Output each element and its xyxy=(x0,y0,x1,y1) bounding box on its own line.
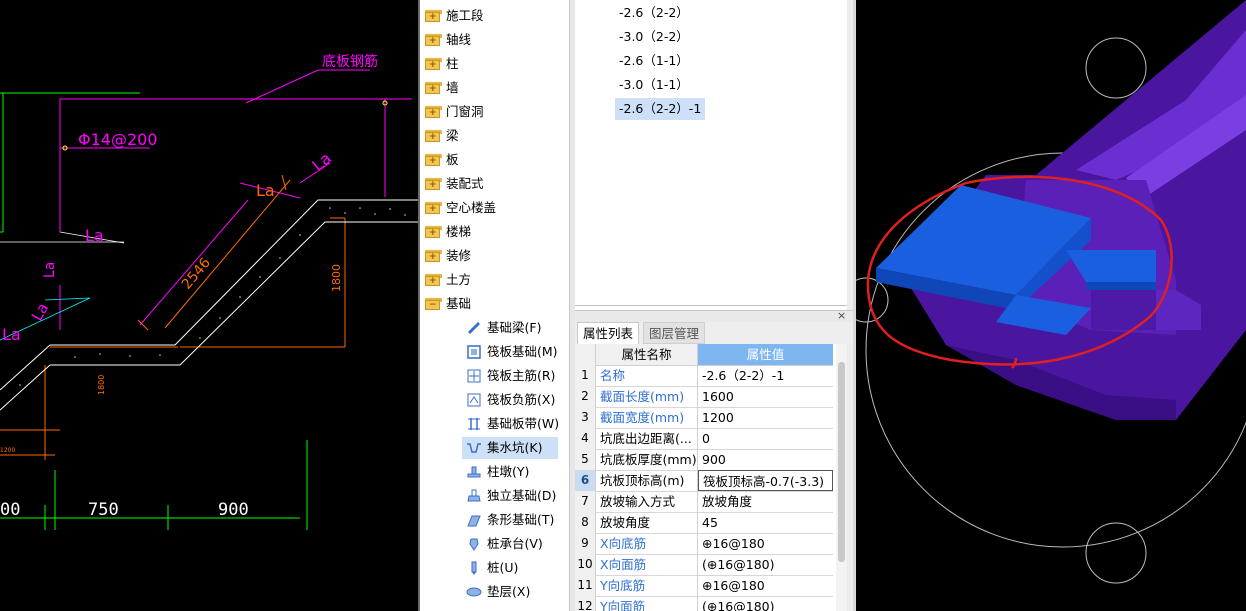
property-scrollbar[interactable] xyxy=(836,344,847,611)
la-label: La xyxy=(256,181,275,200)
scrollbar-thumb[interactable] xyxy=(838,362,845,562)
property-row[interactable]: 2 截面长度(mm) 1600 xyxy=(575,386,833,408)
bottom-dim-0: 00 xyxy=(0,500,20,520)
property-name: 坑板顶标高(m) xyxy=(596,470,698,491)
neg-rebar-icon xyxy=(467,393,481,407)
component-item[interactable]: -3.0（2-2） xyxy=(615,26,693,48)
pile-icon xyxy=(471,561,477,575)
cushion-icon xyxy=(466,587,482,597)
property-row[interactable]: 10 X向面筋 (⊕16@180) xyxy=(575,554,833,576)
la-label: La xyxy=(42,262,58,278)
tab-layer-management[interactable]: 图层管理 xyxy=(643,322,706,344)
property-row[interactable]: 5 坑底板厚度(mm) 900 xyxy=(575,449,833,471)
sump-icon xyxy=(467,443,481,453)
property-name: X向面筋 xyxy=(596,554,698,575)
property-name: 坑底出边距离(... xyxy=(596,428,698,449)
small-dimension-label: 1200 xyxy=(0,447,15,454)
property-row[interactable]: 8 放坡角度 45 xyxy=(575,512,833,534)
la-label: La xyxy=(2,325,21,344)
orbit-handle-bottom[interactable] xyxy=(1085,522,1147,584)
property-value[interactable]: 0 xyxy=(698,428,833,449)
close-icon[interactable]: × xyxy=(837,310,846,322)
component-list: -2.6（2-2） -3.0（2-2） -2.6（1-1） -3.0（1-1） … xyxy=(575,0,847,306)
strip-icon xyxy=(468,418,480,430)
property-name: Y向面筋 xyxy=(596,596,698,611)
property-row[interactable]: 11 Y向底筋 ⊕16@180 xyxy=(575,575,833,597)
property-name: X向底筋 xyxy=(596,533,698,554)
property-name: Y向底筋 xyxy=(596,575,698,596)
property-name: 坑底板厚度(mm) xyxy=(596,449,698,470)
component-item[interactable]: -3.0（1-1） xyxy=(615,74,693,96)
property-row[interactable]: 9 X向底筋 ⊕16@180 xyxy=(575,533,833,555)
property-name: 截面宽度(mm) xyxy=(596,407,698,428)
raft-icon xyxy=(467,345,481,359)
property-value[interactable]: 1600 xyxy=(698,386,833,407)
property-tabs: 属性列表 图层管理 xyxy=(575,322,853,344)
strip-footing-icon xyxy=(467,515,481,527)
component-panel: -2.6（2-2） -3.0（2-2） -2.6（1-1） -3.0（1-1） … xyxy=(575,0,853,611)
small-height-label: 1800 xyxy=(97,375,106,395)
folder-icon: + xyxy=(425,154,442,166)
property-value[interactable]: -2.6（2-2）-1 xyxy=(698,365,833,386)
folder-icon: + xyxy=(425,226,442,238)
folder-open-icon: − xyxy=(425,298,442,310)
tree-item-sump-pit[interactable]: 集水坑(K) xyxy=(462,437,558,459)
property-value-editor[interactable]: 筏板顶标高-0.7(-3.3) xyxy=(698,470,833,491)
pile-cap-icon xyxy=(469,538,479,551)
column-pier-icon xyxy=(467,466,481,478)
component-item[interactable]: -2.6（1-1） xyxy=(615,50,693,72)
tab-property-list[interactable]: 属性列表 xyxy=(577,322,640,344)
main-rebar-icon xyxy=(467,369,481,383)
rebar-spec-label: Φ14@200 xyxy=(78,130,158,149)
la-label: La xyxy=(85,226,104,245)
property-row[interactable]: 1 名称 -2.6（2-2）-1 xyxy=(575,365,833,387)
folder-icon: + xyxy=(425,82,442,94)
property-value[interactable]: ⊕16@180 xyxy=(698,575,833,596)
rebar-title-label: 底板钢筋 xyxy=(322,53,378,70)
property-grid-header: 属性名称 属性值 xyxy=(575,344,833,366)
component-item[interactable]: -2.6（2-2） xyxy=(615,2,693,24)
isolated-footing-icon xyxy=(467,489,481,502)
folder-icon: + xyxy=(425,130,442,142)
folder-icon: + xyxy=(425,58,442,70)
folder-icon: + xyxy=(425,178,442,190)
folder-icon: + xyxy=(425,202,442,214)
folder-icon: + xyxy=(425,34,442,46)
property-value[interactable]: 900 xyxy=(698,449,833,470)
orbit-handle-top[interactable] xyxy=(1085,37,1147,99)
property-value[interactable]: 45 xyxy=(698,512,833,533)
property-name: 放坡输入方式 xyxy=(596,491,698,512)
property-name: 截面长度(mm) xyxy=(596,386,698,407)
folder-icon: + xyxy=(425,10,442,22)
column-header-value: 属性值 xyxy=(698,344,833,365)
component-item-selected[interactable]: -2.6（2-2）-1 xyxy=(615,98,706,120)
property-row[interactable]: 4 坑底出边距离(... 0 xyxy=(575,428,833,450)
property-value[interactable]: (⊕16@180) xyxy=(698,554,833,575)
property-name: 名称 xyxy=(596,365,698,386)
property-value[interactable]: 1200 xyxy=(698,407,833,428)
property-value[interactable]: ⊕16@180 xyxy=(698,533,833,554)
la-label: La xyxy=(308,148,335,175)
property-row[interactable]: 12 Y向面筋 (⊕16@180) xyxy=(575,596,833,611)
bottom-dim-2: 900 xyxy=(218,500,249,520)
folder-icon: + xyxy=(425,106,442,118)
model-3d-view[interactable] xyxy=(853,0,1246,611)
property-value[interactable]: 放坡角度 xyxy=(698,491,833,512)
folder-icon: + xyxy=(425,250,442,262)
height-dimension-label: 1800 xyxy=(330,264,343,292)
bottom-dim-1: 750 xyxy=(88,500,119,520)
property-value[interactable]: (⊕16@180) xyxy=(698,596,833,611)
component-tree: + 施工段 + 轴线 + 柱 + 墙 + 门窗洞 + 梁 + 板 + 装配式 +… xyxy=(418,0,569,611)
cad-drawing-view[interactable]: 底板钢筋 Φ14@200 La La La La La La 2546 1800… xyxy=(0,0,418,611)
column-header-name: 属性名称 xyxy=(596,344,698,365)
property-row[interactable]: 3 截面宽度(mm) 1200 xyxy=(575,407,833,429)
property-name: 放坡角度 xyxy=(596,512,698,533)
property-row-current[interactable]: 6 坑板顶标高(m) 筏板顶标高-0.7(-3.3) xyxy=(575,470,833,492)
la-label: La xyxy=(28,300,52,324)
property-row[interactable]: 7 放坡输入方式 放坡角度 xyxy=(575,491,833,513)
beam-icon xyxy=(467,321,481,335)
folder-icon: + xyxy=(425,274,442,286)
